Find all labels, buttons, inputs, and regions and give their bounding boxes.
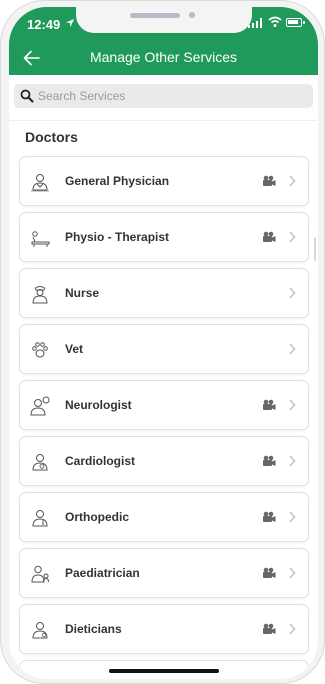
video-camera-icon — [263, 567, 276, 578]
speaker-icon — [130, 13, 180, 18]
service-label: Cardiologist — [65, 454, 136, 468]
home-indicator[interactable] — [109, 669, 219, 673]
chevron-right-icon — [289, 399, 296, 411]
scrollbar[interactable] — [314, 237, 316, 261]
service-item-paediatrician[interactable]: Paediatrician — [19, 548, 309, 598]
child-doctor-icon — [31, 565, 49, 583]
chevron-right-icon — [289, 511, 296, 523]
camera-icon — [189, 12, 195, 18]
chevron-right-icon — [289, 567, 296, 579]
status-time: 12:49 — [27, 17, 61, 32]
service-label: Neurologist — [65, 398, 132, 412]
service-item-dieticians[interactable]: Dieticians — [19, 604, 309, 654]
device-notch — [76, 7, 252, 33]
service-label: Vet — [65, 342, 84, 356]
signal-icon — [248, 18, 262, 28]
section-title-doctors: Doctors — [25, 129, 78, 145]
doctor-icon — [32, 622, 48, 639]
chevron-right-icon — [289, 175, 296, 187]
video-camera-icon — [263, 175, 276, 186]
status-bar: 12:49 — [9, 7, 318, 37]
video-camera-icon — [263, 399, 276, 410]
service-label: General Physician — [65, 174, 170, 188]
video-camera-icon — [263, 231, 276, 242]
chevron-right-icon — [289, 287, 296, 299]
search-bar-container — [9, 75, 318, 121]
location-arrow-icon — [66, 19, 74, 27]
chevron-right-icon — [289, 343, 296, 355]
service-item-vet[interactable]: Vet — [19, 324, 309, 374]
nurse-icon — [32, 286, 48, 304]
service-label: Orthopedic — [65, 510, 130, 524]
video-camera-icon — [263, 623, 276, 634]
doctor-icon — [32, 510, 48, 527]
search-input[interactable] — [38, 84, 298, 108]
doctor-icon — [32, 454, 48, 471]
service-item-cardiologist[interactable]: Cardiologist — [19, 436, 309, 486]
massage-table-icon — [31, 231, 50, 247]
paw-icon — [32, 342, 48, 358]
battery-icon — [286, 18, 305, 27]
service-item-physio-therapist[interactable]: Physio - Therapist — [19, 212, 309, 262]
chevron-right-icon — [289, 623, 296, 635]
service-label: Physio - Therapist — [65, 230, 170, 244]
service-item-orthopedic[interactable]: Orthopedic — [19, 492, 309, 542]
brain-doctor-icon — [30, 396, 50, 416]
service-label: Nurse — [65, 286, 100, 300]
service-item-nurse[interactable]: Nurse — [19, 268, 309, 318]
video-camera-icon — [263, 455, 276, 466]
service-item-general-physician[interactable]: General Physician — [19, 156, 309, 206]
chevron-right-icon — [289, 231, 296, 243]
search-icon — [20, 89, 34, 103]
page-title: Manage Other Services — [89, 49, 238, 65]
screen: 12:49 Manage Other Services Search Servi… — [9, 7, 318, 679]
chevron-right-icon — [289, 455, 296, 467]
video-camera-icon — [263, 511, 276, 522]
status-icons — [248, 16, 305, 28]
app-bar: Manage Other Services — [9, 41, 318, 75]
service-label: Dieticians — [65, 622, 122, 636]
services-list: General Physician Physio - Therapist Nur… — [19, 156, 309, 679]
wifi-icon — [268, 16, 282, 27]
service-label: Paediatrician — [65, 566, 140, 580]
doctor-icon — [31, 174, 49, 192]
service-item-neurologist[interactable]: Neurologist — [19, 380, 309, 430]
app-header: 12:49 Manage Other Services — [9, 7, 318, 75]
search-box[interactable] — [14, 84, 313, 108]
phone-frame: 12:49 Manage Other Services Search Servi… — [0, 0, 325, 684]
